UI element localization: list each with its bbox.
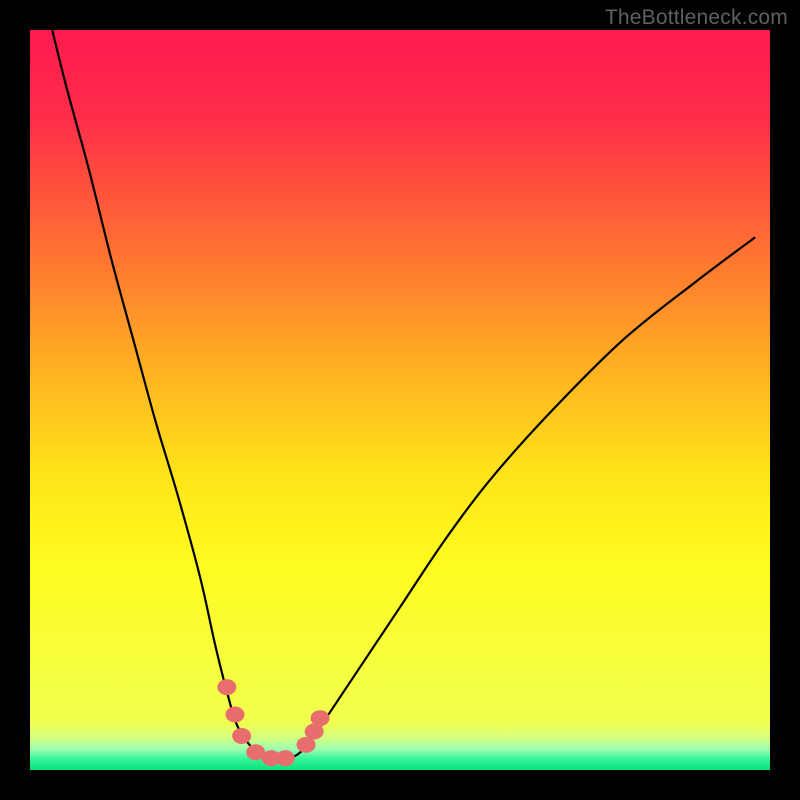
chart-svg: [30, 30, 770, 770]
curve-marker: [232, 728, 251, 744]
plot-area: [30, 30, 770, 770]
gradient-background: [30, 30, 770, 770]
curve-marker: [217, 679, 236, 695]
curve-marker: [225, 707, 244, 723]
curve-marker: [276, 750, 295, 766]
curve-marker: [311, 710, 330, 726]
outer-frame: TheBottleneck.com: [0, 0, 800, 800]
watermark-text: TheBottleneck.com: [605, 6, 788, 30]
